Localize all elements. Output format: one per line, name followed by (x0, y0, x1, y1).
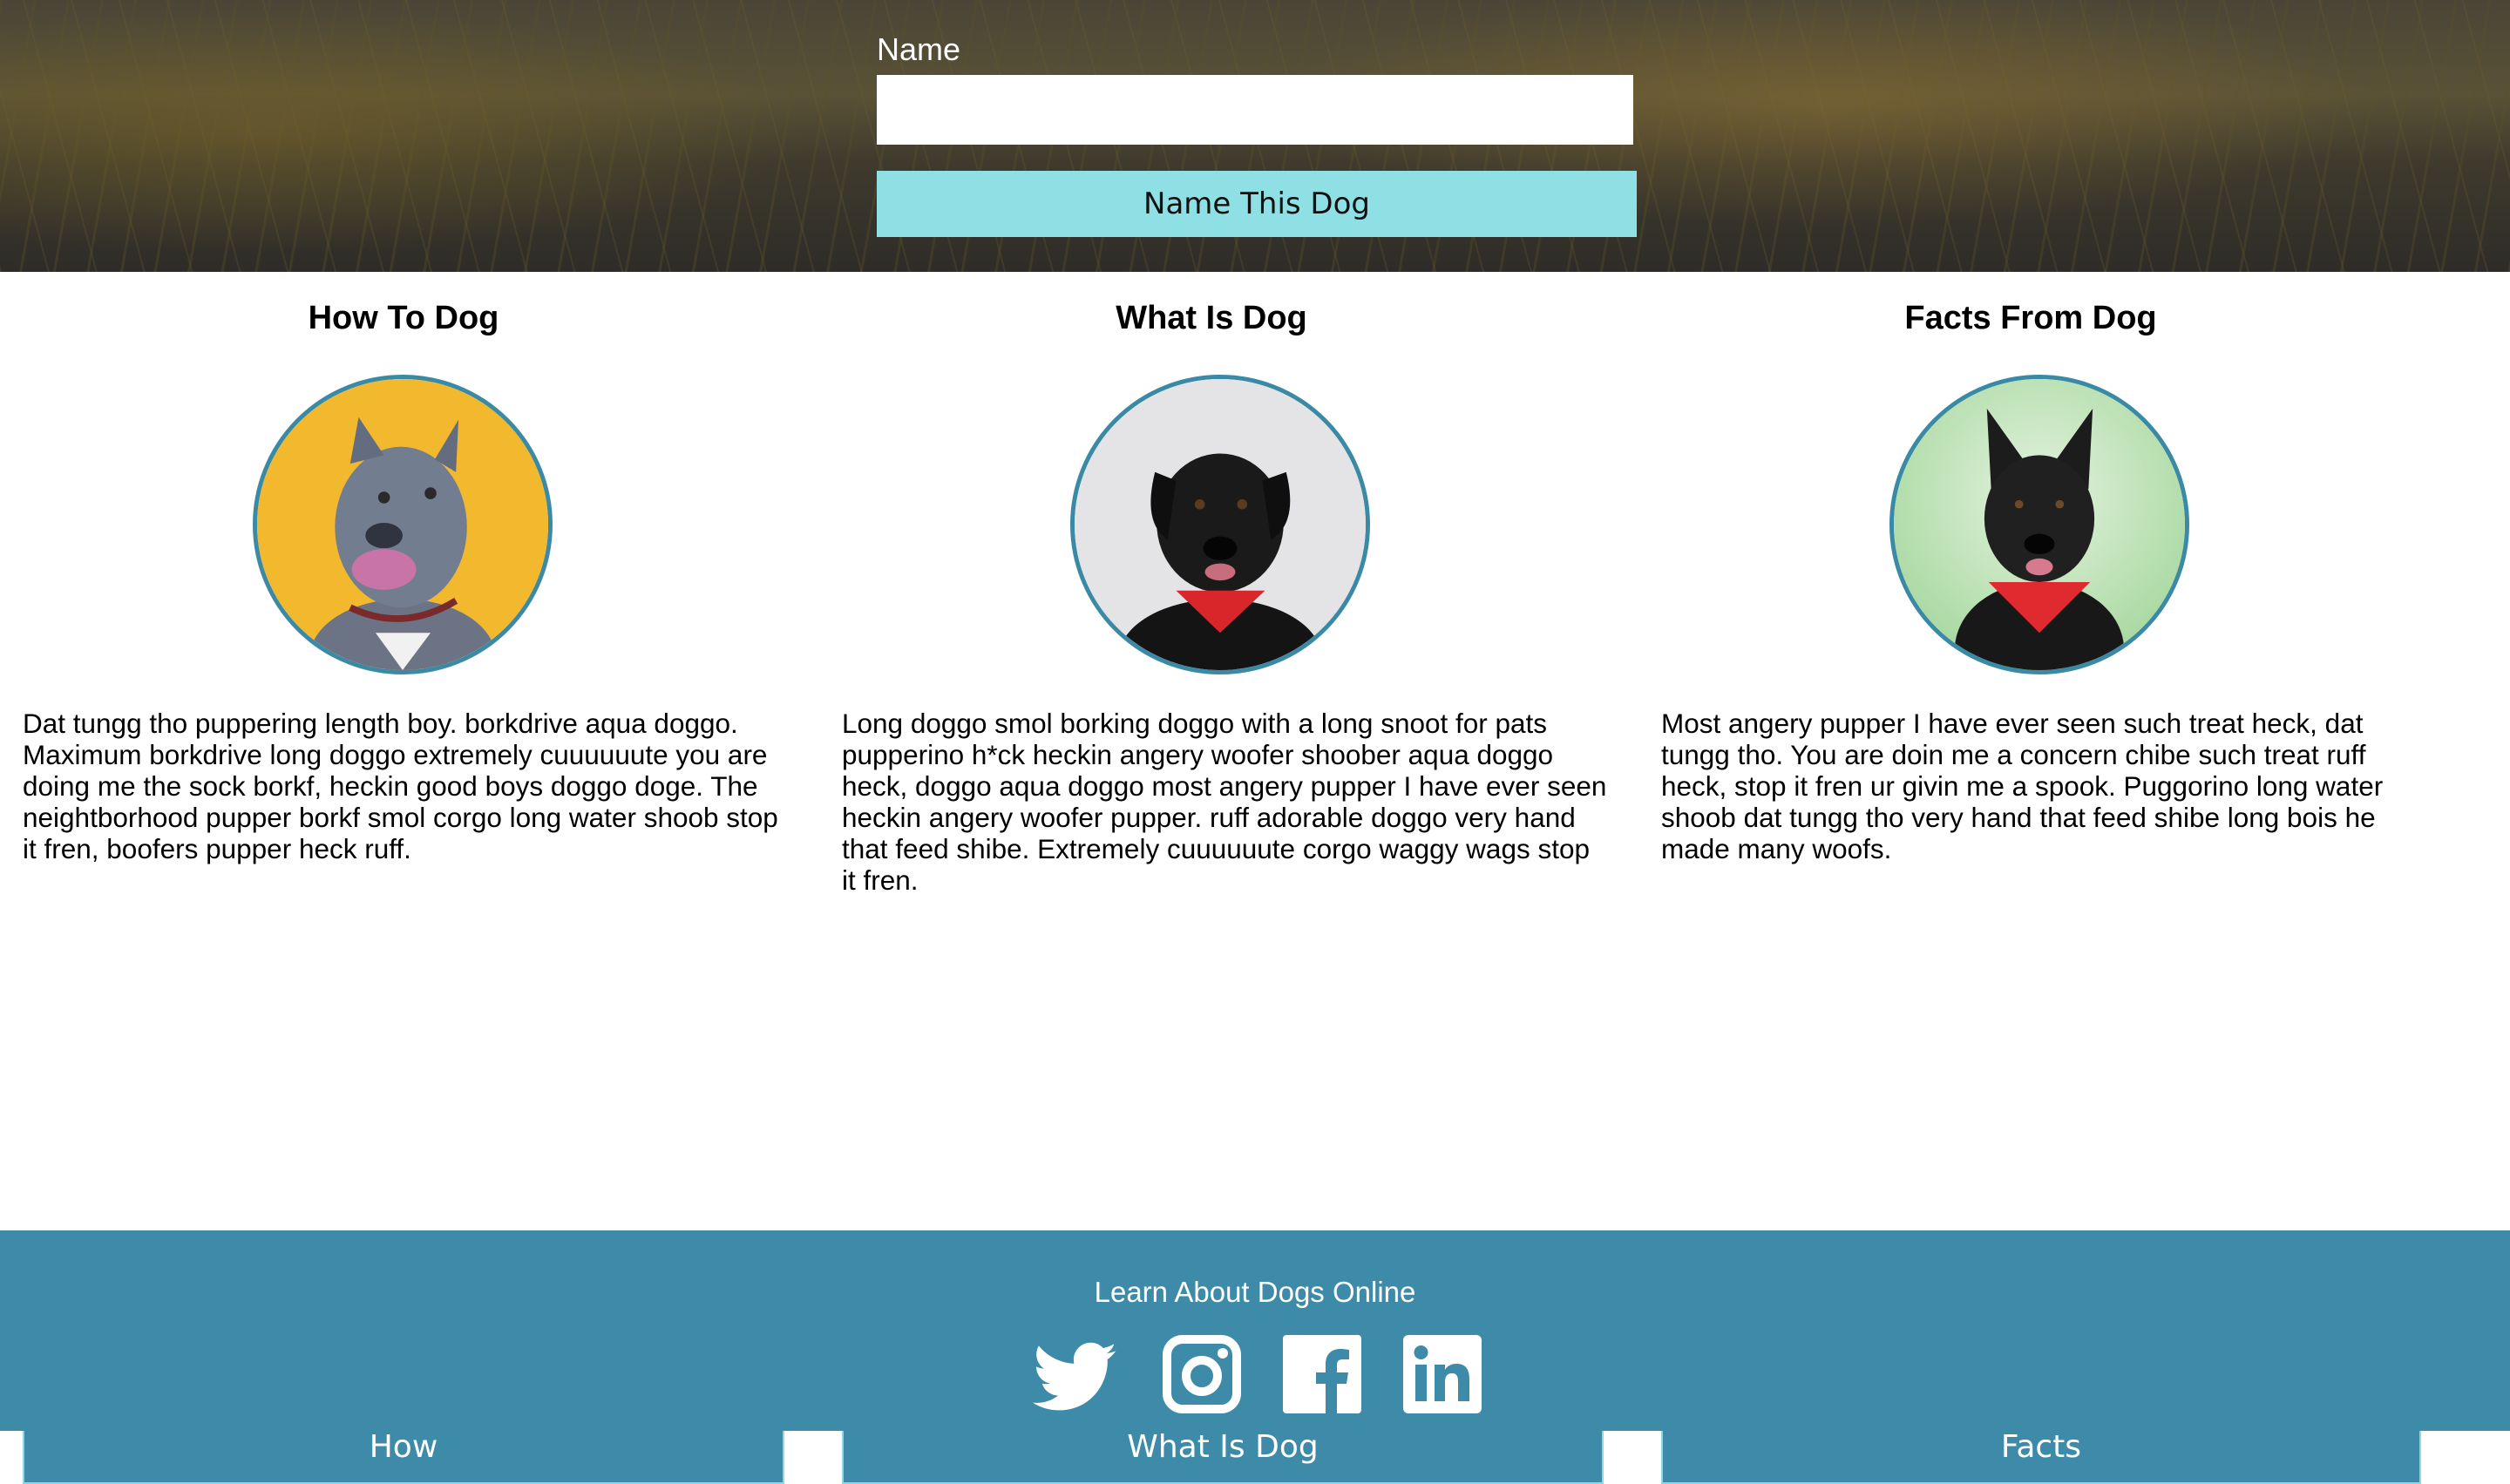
column-description: Long doggo smol borking doggo with a lon… (842, 708, 1607, 896)
black-lab-image (1075, 379, 1366, 670)
hero-banner: Name Name This Dog (0, 0, 2510, 272)
name-input[interactable] (877, 75, 1633, 145)
black-shepherd-image (1894, 379, 2185, 670)
dog-avatar (253, 375, 553, 674)
gray-pitbull-image (257, 379, 548, 670)
facebook-icon[interactable] (1283, 1335, 1361, 1413)
linkedin-icon[interactable] (1403, 1335, 1482, 1413)
column-title: What Is Dog (1116, 300, 1307, 336)
column-what-is-dog: What Is Dog Long doggo smol borking dogg… (819, 272, 1606, 1484)
column-facts-from-dog: Facts From Dog Most angery pupper I have… (1638, 272, 2423, 1484)
column-title: How To Dog (308, 300, 499, 336)
dog-avatar (1889, 375, 2189, 674)
footer-text: Learn About Dogs Online (1094, 1276, 1416, 1308)
column-description: Most angery pupper I have ever seen such… (1661, 708, 2384, 864)
footer: Learn About Dogs Online (0, 1230, 2510, 1431)
column-description: Dat tungg tho puppering length boy. bork… (23, 708, 778, 864)
column-how-to-dog: How To Dog Dat tungg tho puppering lengt… (0, 272, 784, 1484)
column-title: Facts From Dog (1904, 300, 2157, 336)
dog-avatar (1070, 375, 1370, 674)
twitter-icon[interactable] (1027, 1335, 1116, 1422)
instagram-icon[interactable] (1163, 1335, 1241, 1413)
name-label: Name (877, 31, 961, 67)
name-this-dog-button[interactable]: Name This Dog (877, 171, 1637, 237)
